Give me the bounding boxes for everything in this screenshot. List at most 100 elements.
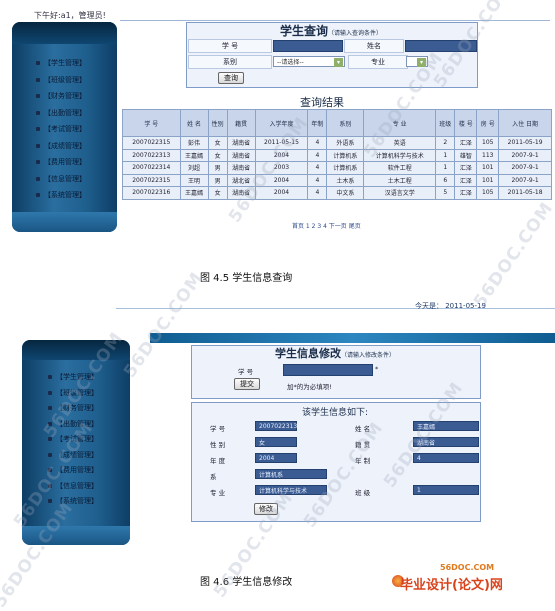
table-cell: 105 <box>476 186 500 200</box>
info-value[interactable]: 2004 <box>255 453 297 463</box>
table-cell: 2007022315 <box>122 136 181 150</box>
bullet-icon <box>48 406 52 410</box>
sidebar-menu-item[interactable]: 【出勤管理】 <box>36 108 86 118</box>
table-row[interactable]: 2007022316 王嘉嫣女湖南省 2004 4 中文系 汉语言文学 5 汇泽 105 2011… <box>122 186 552 200</box>
table-cell: 男 <box>207 173 228 187</box>
sidebar-menu-item[interactable]: 【学生管理】 <box>36 58 86 68</box>
table-cell: 2011-05-18 <box>498 186 552 200</box>
sidebar-menu-item[interactable]: 【系统管理】 <box>36 190 86 200</box>
table-cell: 2007022313 <box>122 148 181 162</box>
pagination[interactable]: 首页 1 2 3 4 下一页 尾页 <box>292 221 361 230</box>
label-student-id-modify: 学 号 <box>238 368 254 376</box>
sidebar-menu-item[interactable]: 【班级管理】 <box>36 75 86 85</box>
table-cell: 汉语言文学 <box>363 186 437 200</box>
sidebar-menu-item[interactable]: 【成绩管理】 <box>36 141 86 151</box>
modify-title: 学生信息修改（请输入修改条件） <box>274 347 395 360</box>
student-id-modify-input[interactable] <box>283 364 373 376</box>
label-name: 姓名 <box>344 39 404 53</box>
sidebar-menu-item[interactable]: 【信息管理】 <box>36 174 86 184</box>
table-cell: 汇泽 <box>454 161 478 175</box>
table-cell: 2011-05-19 <box>498 136 552 150</box>
table-cell: 101 <box>476 161 500 175</box>
sidebar-header-fig1 <box>12 22 117 44</box>
table-cell: 湖南省 <box>226 136 256 150</box>
table-cell: 2007022316 <box>122 186 181 200</box>
table-cell: 男 <box>207 161 228 175</box>
sidebar-footer-fig1 <box>12 212 117 232</box>
sidebar-menu-item[interactable]: 【考试管理】 <box>36 124 86 134</box>
bullet-icon <box>36 193 40 197</box>
label-department: 系别 <box>188 55 272 69</box>
required-star: * <box>375 365 379 373</box>
table-row[interactable]: 2007022315 王明男湖北省 2004 4 土木系 土木工程 6 汇泽 101 2007-9… <box>122 173 552 187</box>
menu-item-label: 【信息管理】 <box>56 481 98 490</box>
required-note: 加*的为必填项! <box>287 383 332 391</box>
label-student-id: 学 号 <box>188 39 272 53</box>
logo-main-text: 毕业设计(论文)网 <box>400 578 503 593</box>
table-cell: 女 <box>207 186 228 200</box>
greeting-text: 下午好:a1，管理员! <box>34 11 106 20</box>
info-value[interactable]: 1 <box>413 485 479 495</box>
info-value[interactable]: 2007022313 <box>255 421 297 431</box>
department-select[interactable]: --请选择-- ▾ <box>273 56 345 67</box>
menu-item-label: 【费用管理】 <box>44 158 86 166</box>
table-row[interactable]: 2007022314 刘超男湖南省 2003 4 计算机系 软件工程 1 汇泽 101 2007-… <box>122 161 552 175</box>
table-cell: 彭伟 <box>179 136 209 150</box>
table-cell: 2007-9-1 <box>498 148 552 162</box>
column-header: 学 号 <box>122 109 181 137</box>
table-row[interactable]: 2007022315 彭伟女湖南省 2011-05-15 4 外语系 英语 2 汇泽 105 20… <box>122 136 552 150</box>
table-cell: 土木系 <box>326 173 365 187</box>
table-cell: 1 <box>435 161 456 175</box>
chevron-down-icon[interactable]: ▾ <box>334 58 343 67</box>
info-label: 性 别 <box>210 441 226 449</box>
query-title: 学生查询（请输入查询条件） <box>279 24 383 38</box>
menu-item-label: 【考试管理】 <box>44 125 86 133</box>
column-header: 性别 <box>207 109 228 137</box>
watermark-text: 56DOC.COM <box>470 198 555 312</box>
info-label: 系 <box>210 473 217 481</box>
table-cell: 刘超 <box>179 161 209 175</box>
table-cell: 113 <box>476 148 500 162</box>
table-cell: 雄智 <box>454 148 478 162</box>
table-cell: 4 <box>307 148 328 162</box>
table-row[interactable]: 2007022313 王嘉嫣女湖南省 2004 4 计算机系 计算机科学与技术 1 雄智 113… <box>122 148 552 162</box>
bullet-icon <box>36 94 40 98</box>
header-band-fig2 <box>150 333 555 343</box>
table-cell: 2007022315 <box>122 173 181 187</box>
column-header: 班级 <box>435 109 456 137</box>
bullet-icon <box>48 375 52 379</box>
bullet-icon <box>48 452 52 457</box>
sidebar-menu-item[interactable]: 【财务管理】 <box>36 91 86 101</box>
logo-small-text: 56DOC.COM <box>440 563 495 572</box>
results-table: 学 号姓 名性别 籍贯 入学年度 年制 系别专 业班级楼 号房 号入住 日期 20070… <box>122 109 552 200</box>
student-id-input[interactable] <box>273 40 343 52</box>
info-value[interactable]: 女 <box>255 437 297 447</box>
info-value[interactable]: 计算机科学与技术 <box>255 485 327 495</box>
query-button[interactable]: 查询 <box>218 72 244 84</box>
bullet-icon <box>36 143 40 148</box>
column-header: 籍贯 <box>226 109 256 137</box>
menu-item-label: 【成绩管理】 <box>44 141 86 150</box>
bullet-icon <box>36 127 40 131</box>
table-cell: 土木工程 <box>363 173 437 187</box>
sidebar-menu-item[interactable]: 【费用管理】 <box>36 157 86 167</box>
bullet-icon <box>36 160 40 164</box>
menu-item-label: 【学生管理】 <box>44 59 86 67</box>
label-major: 专业 <box>348 55 408 69</box>
info-value[interactable]: 4 <box>413 453 479 463</box>
info-label: 班 级 <box>355 489 371 497</box>
submit-button[interactable]: 提交 <box>234 378 260 390</box>
bullet-icon <box>36 77 40 82</box>
table-cell: 4 <box>307 136 328 150</box>
table-cell: 6 <box>435 173 456 187</box>
table-cell: 汇泽 <box>454 136 478 150</box>
table-cell: 101 <box>476 173 500 187</box>
table-cell: 计算机系 <box>326 161 365 175</box>
info-label: 学 号 <box>210 425 226 433</box>
table-cell: 女 <box>207 148 228 162</box>
table-cell: 4 <box>307 186 328 200</box>
info-value[interactable]: 计算机系 <box>255 469 327 479</box>
table-cell: 2 <box>435 136 456 150</box>
info-label: 专 业 <box>210 489 226 497</box>
table-cell: 湖南省 <box>226 148 256 162</box>
